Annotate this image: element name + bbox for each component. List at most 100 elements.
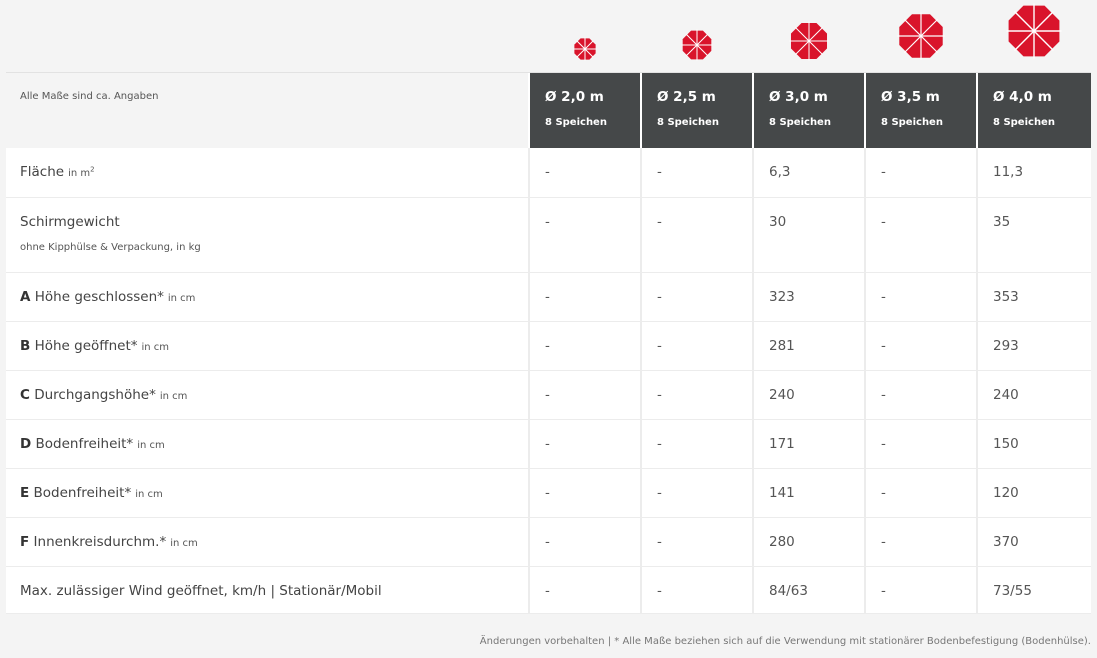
column-size: Ø 3,0 m [769,89,828,105]
row-unit: in cm [137,439,165,451]
table-row: D Bodenfreiheit* in cm - - 171 - 150 [6,419,1091,469]
row-unit: in m2 [68,165,95,179]
umbrella-icon-cell [641,0,753,72]
row-label-text: Fläche [20,164,65,180]
table-row: A Höhe geschlossen* in cm - - 323 - 353 [6,272,1091,322]
table-cell: 6,3 [752,148,865,198]
table-row: B Höhe geöffnet* in cm - - 281 - 293 [6,321,1091,371]
row-unit: in cm [141,341,170,353]
column-spokes: 8 Speichen [657,117,719,128]
row-label-text: Bodenfreiheit* [33,484,132,501]
spec-table: Alle Maße sind ca. Angaben Ø 2,0 m 8 Spei… [6,73,1091,614]
row-label: B Höhe geöffnet* in cm [6,321,529,371]
umbrella-top-icon [789,21,829,72]
umbrella-icon-cell [977,0,1091,72]
column-header: Ø 4,0 m 8 Speichen [976,73,1091,148]
column-header: Ø 3,0 m 8 Speichen [752,73,865,148]
row-unit: in cm [135,488,163,500]
table-cell: - [640,419,753,469]
column-spokes: 8 Speichen [769,117,831,128]
table-cell: - [528,419,641,469]
table-cell: - [864,419,977,469]
table-cell: 240 [752,370,865,420]
row-label-text: Schirmgewicht [20,213,120,230]
spec-sheet: Alle Maße sind ca. Angaben Ø 2,0 m 8 Spei… [6,0,1091,614]
column-header: Ø 2,0 m 8 Speichen [528,73,641,148]
row-label: C Durchgangshöhe* in cm [6,370,529,420]
table-cell: - [864,148,977,198]
table-cell: - [640,517,753,567]
table-cell: - [864,468,977,518]
table-cell: 84/63 [752,566,865,614]
table-cell: 150 [976,419,1091,469]
table-cell: - [640,468,753,518]
table-cell: - [528,517,641,567]
row-label: A Höhe geschlossen* in cm [6,272,529,322]
table-cell: 370 [976,517,1091,567]
table-row: E Bodenfreiheit* in cm - - 141 - 120 [6,468,1091,518]
table-cell: - [640,566,753,614]
column-size: Ø 3,5 m [881,89,940,105]
table-cell: - [864,370,977,420]
measurement-note: Alle Maße sind ca. Angaben [6,73,529,148]
table-cell: - [640,321,753,371]
row-label: D Bodenfreiheit* in cm [6,419,529,469]
table-cell: - [640,370,753,420]
table-cell: - [528,566,641,614]
table-row: Schirmgewicht ohne Kipphülse & Verpackung… [6,197,1091,273]
row-label: E Bodenfreiheit* in cm [6,468,529,518]
table-cell: 141 [752,468,865,518]
table-cell: - [864,197,977,273]
table-cell: - [528,468,641,518]
table-cell: - [864,272,977,322]
column-size: Ø 2,5 m [657,89,716,105]
table-cell: - [864,321,977,371]
table-cell: 281 [752,321,865,371]
table-cell: - [864,517,977,567]
umbrella-top-icon [897,12,945,72]
table-cell: 323 [752,272,865,322]
row-label-text: Höhe geschlossen* [34,288,164,305]
umbrella-icon-row [6,0,1091,73]
table-cell: - [528,321,641,371]
table-cell: 353 [976,272,1091,322]
row-label-text: Innenkreisdurchm.* [33,533,167,550]
table-cell: - [528,148,641,198]
row-label: Fläche in m2 [6,148,529,198]
table-row: F Innenkreisdurchm.* in cm - - 280 - 370 [6,517,1091,567]
table-cell: 11,3 [976,148,1091,198]
row-unit: in cm [170,537,198,549]
column-header: Ø 3,5 m 8 Speichen [864,73,977,148]
table-cell: 171 [752,419,865,469]
table-cell: 280 [752,517,865,567]
table-row: Max. zulässiger Wind geöffnet, km/h | St… [6,566,1091,614]
column-spokes: 8 Speichen [881,117,943,128]
row-label: F Innenkreisdurchm.* in cm [6,517,529,567]
row-label-text: Max. zulässiger Wind geöffnet, km/h | St… [20,582,382,599]
row-letter: D [20,435,32,452]
footer-note: Änderungen vorbehalten | * Alle Maße bez… [479,636,1091,647]
table-cell: - [640,197,753,273]
table-row: C Durchgangshöhe* in cm - - 240 - 240 [6,370,1091,420]
umbrella-icon-cell [529,0,641,72]
column-spokes: 8 Speichen [993,117,1055,128]
table-cell: 293 [976,321,1091,371]
table-cell: 30 [752,197,865,273]
table-cell: 240 [976,370,1091,420]
row-label-text: Durchgangshöhe* [34,386,156,403]
column-size: Ø 2,0 m [545,89,604,105]
table-cell: 73/55 [976,566,1091,614]
row-unit: in cm [159,390,188,402]
row-label: Max. zulässiger Wind geöffnet, km/h | St… [6,566,529,614]
column-size: Ø 4,0 m [993,89,1052,105]
row-unit: in cm [167,292,196,304]
table-cell: - [528,370,641,420]
umbrella-top-icon [1006,3,1062,72]
row-letter: B [20,337,31,354]
table-cell: - [528,197,641,273]
row-letter: A [20,288,31,305]
table-row: Fläche in m2 - - 6,3 - 11,3 [6,148,1091,198]
row-label-text: Bodenfreiheit* [35,435,134,452]
row-letter: C [20,386,30,403]
umbrella-icon-cell [753,0,865,72]
